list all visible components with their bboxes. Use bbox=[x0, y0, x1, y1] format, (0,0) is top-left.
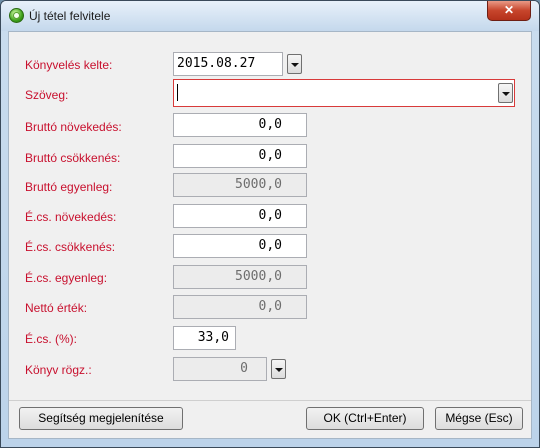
ecs-csokkenes-field[interactable]: 0,0 bbox=[173, 234, 307, 258]
konyv-rogz-dropdown-button[interactable] bbox=[271, 359, 286, 379]
help-button[interactable]: Segítség megjelenítése bbox=[19, 407, 183, 430]
ecs-csokkenes-label: É.cs. csökkenés: bbox=[25, 240, 116, 254]
konyv-rogz-label: Könyv rögz.: bbox=[25, 363, 92, 377]
netto-ertek-label: Nettó érték: bbox=[25, 301, 88, 315]
konyveles-kelte-label: Könyvelés kelte: bbox=[25, 58, 113, 72]
ecs-egyenleg-field: 5000,0 bbox=[173, 265, 307, 289]
szoveg-dropdown-button[interactable] bbox=[498, 83, 513, 103]
netto-ertek-field: 0,0 bbox=[173, 295, 307, 319]
konyv-rogz-field[interactable]: 0 bbox=[173, 357, 267, 381]
window-title: Új tétel felvitele bbox=[29, 9, 111, 23]
title-bar[interactable]: Új tétel felvitele ✕ bbox=[1, 1, 539, 31]
ecs-novekedes-field[interactable]: 0,0 bbox=[173, 204, 307, 228]
szoveg-label: Szöveg: bbox=[25, 88, 69, 102]
szoveg-combobox[interactable] bbox=[173, 79, 515, 107]
close-button[interactable]: ✕ bbox=[487, 1, 531, 21]
ecs-novekedes-label: É.cs. növekedés: bbox=[25, 210, 117, 224]
brutto-egyenleg-field: 5000,0 bbox=[173, 173, 307, 197]
ok-button[interactable]: OK (Ctrl+Enter) bbox=[306, 407, 424, 430]
ecs-szazalek-field[interactable]: 33,0 bbox=[173, 326, 236, 350]
ecs-egyenleg-label: É.cs. egyenleg: bbox=[25, 271, 108, 285]
cancel-button[interactable]: Mégse (Esc) bbox=[435, 407, 523, 430]
brutto-novekedes-label: Bruttó növekedés: bbox=[25, 120, 122, 134]
app-icon bbox=[9, 8, 24, 23]
ecs-szazalek-label: É.cs. (%): bbox=[25, 332, 78, 346]
button-separator bbox=[9, 400, 531, 401]
brutto-novekedes-field[interactable]: 0,0 bbox=[173, 113, 307, 137]
dialog-window: Új tétel felvitele ✕ Könyvelés kelte: 20… bbox=[0, 0, 540, 448]
text-caret bbox=[177, 84, 178, 101]
brutto-csokkenes-label: Bruttó csökkenés: bbox=[25, 151, 121, 165]
dialog-body: Könyvelés kelte: 2015.08.27 Szöveg: Brut… bbox=[8, 31, 532, 439]
date-dropdown-button[interactable] bbox=[287, 54, 302, 74]
konyveles-kelte-field[interactable]: 2015.08.27 bbox=[173, 52, 283, 76]
brutto-csokkenes-field[interactable]: 0,0 bbox=[173, 144, 307, 168]
brutto-egyenleg-label: Bruttó egyenleg: bbox=[25, 180, 113, 194]
